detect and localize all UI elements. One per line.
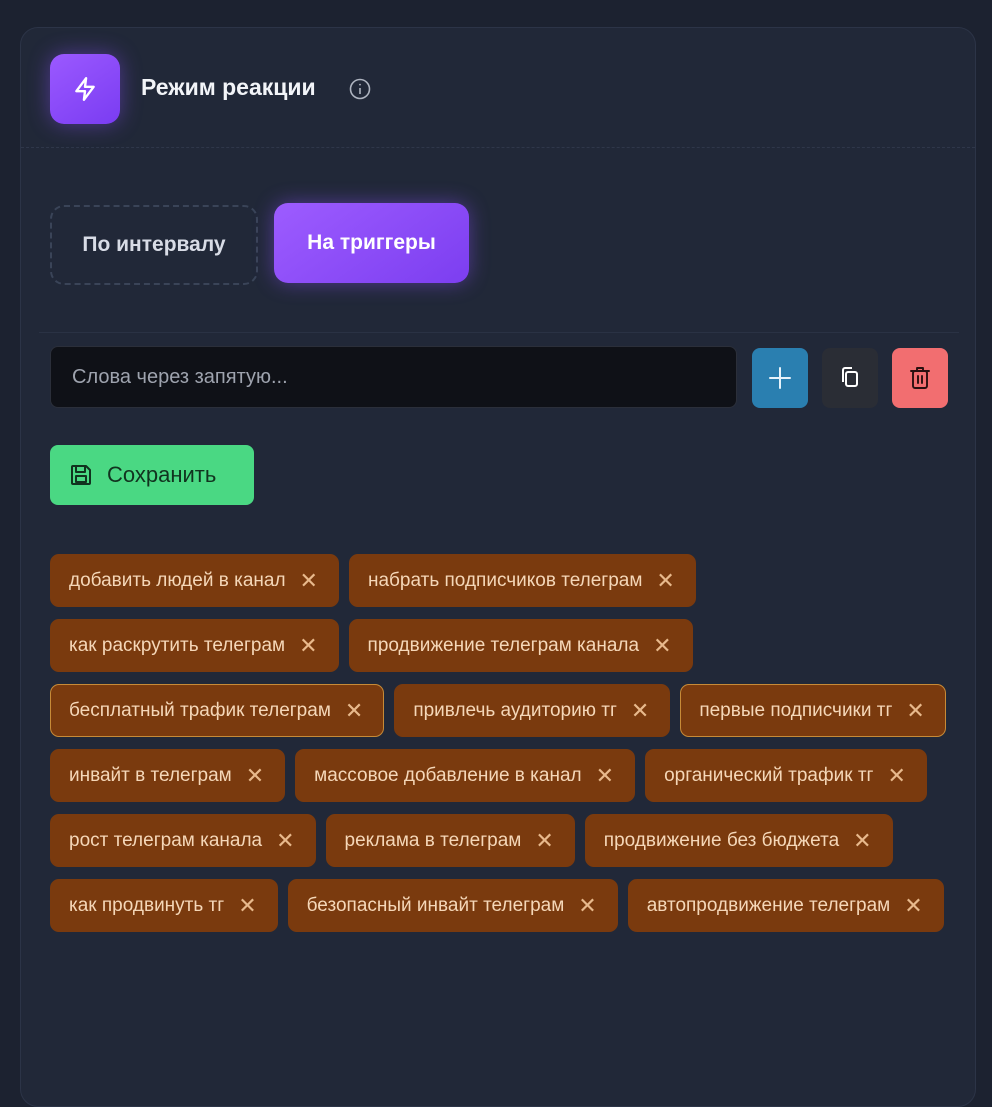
close-icon[interactable]: ✕ xyxy=(299,634,317,657)
tag-label: как продвинуть тг xyxy=(69,894,225,916)
tag-label: первые подписчики тг xyxy=(699,699,893,721)
trigger-tag: органический трафик тг ✕ xyxy=(645,749,927,802)
tag-label: продвижение телеграм канала xyxy=(367,634,640,656)
trash-icon xyxy=(910,367,930,389)
trigger-tag: инвайт в телеграм ✕ xyxy=(50,749,286,802)
close-icon[interactable]: ✕ xyxy=(246,764,264,787)
trigger-tag: как продвинуть тг ✕ xyxy=(50,879,278,932)
trigger-tag: автопродвижение телеграм ✕ xyxy=(627,879,944,932)
delete-button[interactable] xyxy=(892,348,948,408)
close-icon[interactable]: ✕ xyxy=(535,829,553,852)
keywords-input[interactable] xyxy=(50,346,737,408)
tag-label: рост телеграм канала xyxy=(69,829,263,851)
tag-label: привлечь аудиторию тг xyxy=(413,699,617,721)
close-icon[interactable]: ✕ xyxy=(276,829,294,852)
trigger-tag-list: добавить людей в канал ✕ набрать подписчик… xyxy=(50,554,950,932)
copy-icon xyxy=(842,367,858,387)
page-title: Режим реакции xyxy=(141,74,316,100)
close-icon[interactable]: ✕ xyxy=(300,569,318,592)
tag-label: инвайт в телеграм xyxy=(69,764,232,786)
close-icon[interactable]: ✕ xyxy=(238,894,256,917)
close-icon[interactable]: ✕ xyxy=(656,569,674,592)
trigger-tag: привлечь аудиторию тг ✕ xyxy=(394,684,671,737)
trigger-tag: добавить людей в канал ✕ xyxy=(50,554,339,607)
tag-label: добавить людей в канал xyxy=(69,569,286,591)
close-icon[interactable]: ✕ xyxy=(906,699,924,722)
trigger-tag: рост телеграм канала ✕ xyxy=(50,814,316,867)
tag-label: бесплатный трафик телеграм xyxy=(69,699,331,721)
tag-label: набрать подписчиков телеграм xyxy=(367,569,643,591)
tag-label: автопродвижение телеграм xyxy=(646,894,891,916)
trigger-tag: продвижение телеграм канала ✕ xyxy=(348,619,693,672)
lightning-icon xyxy=(50,54,120,124)
floppy-disk-icon xyxy=(71,465,91,485)
close-icon[interactable]: ✕ xyxy=(653,634,671,657)
trigger-tag: бесплатный трафик телеграм ✕ xyxy=(50,684,385,737)
tag-label: реклама в телеграм xyxy=(344,829,522,851)
mode-selector: По интервалу На триггеры xyxy=(39,163,959,333)
trigger-tag: массовое добавление в канал ✕ xyxy=(295,749,636,802)
tag-label: массовое добавление в канал xyxy=(314,764,582,786)
plus-icon xyxy=(769,367,791,389)
tag-label: продвижение без бюджета xyxy=(603,829,840,851)
trigger-tag: первые подписчики тг ✕ xyxy=(680,684,946,737)
tag-label: органический трафик тг xyxy=(664,764,874,786)
info-icon[interactable] xyxy=(349,78,371,100)
tag-label: как раскрутить телеграм xyxy=(69,634,286,656)
copy-button[interactable] xyxy=(822,348,878,408)
close-icon[interactable]: ✕ xyxy=(345,699,363,722)
save-button[interactable]: Сохранить xyxy=(50,445,254,505)
close-icon[interactable]: ✕ xyxy=(853,829,871,852)
mode-interval-button[interactable]: По интервалу xyxy=(50,205,258,285)
trigger-tag: безопасный инвайт телеграм ✕ xyxy=(287,879,618,932)
close-icon[interactable]: ✕ xyxy=(596,764,614,787)
trigger-tag: набрать подписчиков телеграм ✕ xyxy=(348,554,696,607)
tag-label: безопасный инвайт телеграм xyxy=(306,894,565,916)
add-button[interactable] xyxy=(752,348,808,408)
close-icon[interactable]: ✕ xyxy=(578,894,596,917)
close-icon[interactable]: ✕ xyxy=(631,699,649,722)
close-icon[interactable]: ✕ xyxy=(887,764,905,787)
trigger-tag: реклама в телеграм ✕ xyxy=(325,814,575,867)
mode-trigger-button[interactable]: На триггеры xyxy=(274,203,469,283)
trigger-tag: как раскрутить телеграм ✕ xyxy=(50,619,339,672)
trigger-tag: продвижение без бюджета ✕ xyxy=(584,814,893,867)
card-header: Режим реакции xyxy=(21,28,975,148)
reaction-mode-card: Режим реакции По интервалу На триггеры С… xyxy=(20,27,976,1107)
close-icon[interactable]: ✕ xyxy=(904,894,922,917)
save-button-label: Сохранить xyxy=(107,462,217,487)
